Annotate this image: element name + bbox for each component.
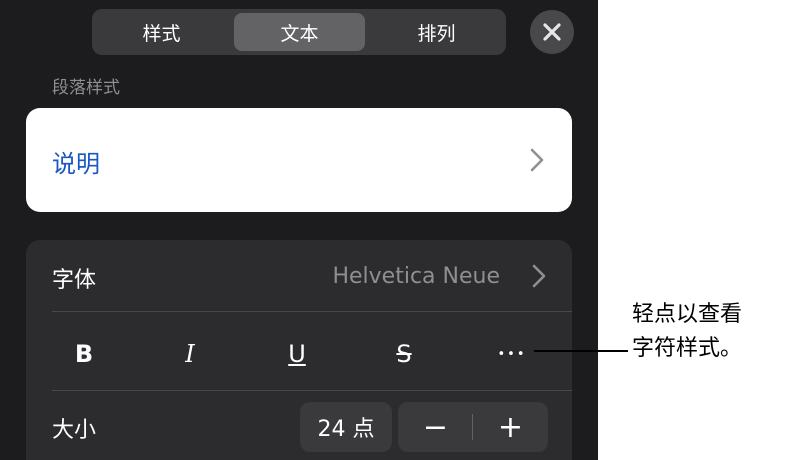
underline-button[interactable]: U — [267, 332, 327, 376]
close-button[interactable] — [530, 10, 574, 54]
font-row-label: 字体 — [52, 268, 97, 293]
size-row-label: 大小 — [52, 418, 97, 443]
italic-button[interactable]: I — [160, 332, 220, 376]
divider — [52, 390, 572, 391]
strikethrough-button[interactable]: S — [374, 332, 434, 376]
font-size-field[interactable]: 24 点 — [300, 402, 392, 452]
format-panel: 样式 文本 排列 段落样式 说明 字体 Helvetica Neue B I U… — [0, 0, 598, 460]
tab-text[interactable]: 文本 — [234, 13, 365, 51]
bold-label: B — [74, 340, 94, 368]
divider — [52, 311, 572, 312]
more-icon: ••• — [497, 346, 527, 362]
strikethrough-label: S — [396, 340, 412, 368]
italic-label: I — [185, 340, 195, 368]
format-tab-bar: 样式 文本 排列 — [92, 9, 506, 55]
font-row-value: Helvetica Neue — [332, 264, 500, 289]
underline-label: U — [288, 340, 306, 368]
close-icon — [543, 23, 561, 41]
paragraph-style-value: 说明 — [52, 150, 100, 178]
text-format-card: 字体 Helvetica Neue B I U S ••• 大小 24 点 − … — [26, 240, 572, 460]
bold-button[interactable]: B — [54, 332, 114, 376]
font-size-stepper: − + — [398, 402, 548, 452]
increase-size-button[interactable]: + — [473, 402, 548, 452]
tab-style[interactable]: 样式 — [96, 13, 227, 51]
minus-icon: − — [422, 409, 449, 445]
tab-arrange[interactable]: 排列 — [371, 13, 502, 51]
tab-arrange-label: 排列 — [417, 22, 456, 45]
paragraph-style-section-label: 段落样式 — [52, 78, 120, 98]
plus-icon: + — [497, 409, 524, 445]
callout-text: 轻点以查看 字符样式。 — [632, 302, 743, 361]
font-size-value: 24 点 — [317, 417, 375, 442]
chevron-right-icon — [530, 148, 544, 172]
paragraph-style-row[interactable]: 说明 — [26, 108, 572, 212]
more-options-button[interactable]: ••• — [482, 332, 542, 376]
callout-line — [534, 350, 628, 352]
tab-style-label: 样式 — [142, 22, 181, 45]
font-row[interactable]: 字体 Helvetica Neue — [26, 240, 572, 312]
tab-text-label: 文本 — [280, 22, 319, 45]
decrease-size-button[interactable]: − — [398, 402, 473, 452]
chevron-right-icon — [532, 264, 546, 288]
